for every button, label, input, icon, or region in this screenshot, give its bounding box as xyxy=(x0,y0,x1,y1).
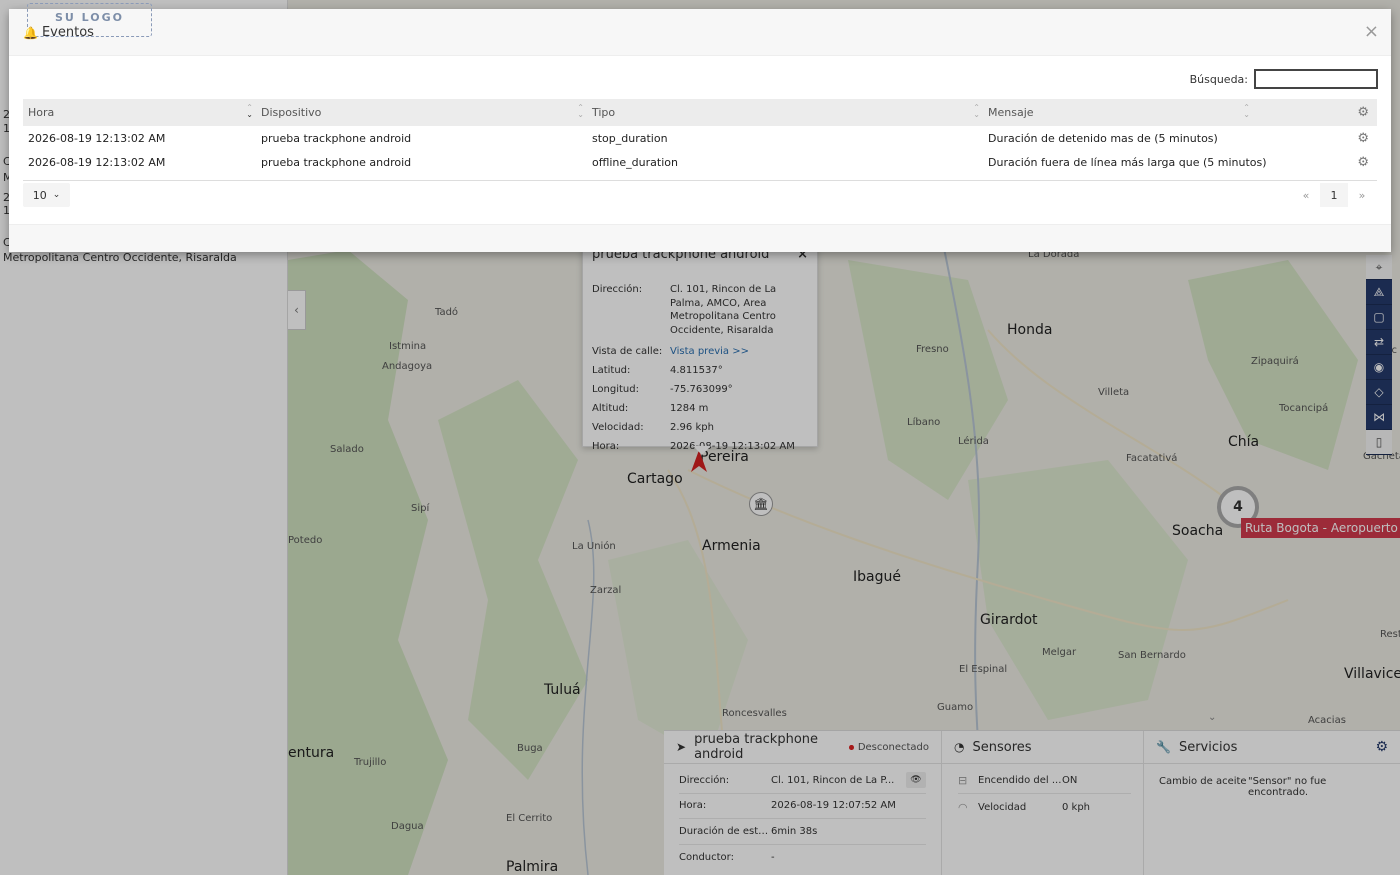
page-size-select[interactable]: 10 ⌄ xyxy=(23,183,70,207)
search-row: Búsqueda: xyxy=(1190,69,1378,89)
table-header: Hora ⌃ ⌄ Dispositivo ⌃ ⌄ Tipo ⌃ ⌄ Mensaje ⌃… xyxy=(23,99,1377,126)
column-header-mensaje[interactable]: Mensaje ⌃ ⌄ xyxy=(983,99,1253,126)
column-header-label: Tipo xyxy=(592,106,616,119)
table-row[interactable]: 2026-08-19 12:13:02 AM prueba trackphone… xyxy=(23,126,1377,151)
sort-icon[interactable]: ⌃ ⌄ xyxy=(577,104,584,119)
modal-header: SU LOGO 🔔 Eventos × xyxy=(9,3,1391,56)
events-table: Hora ⌃ ⌄ Dispositivo ⌃ ⌄ Tipo ⌃ ⌄ Mensaje ⌃… xyxy=(23,99,1377,181)
gear-icon[interactable]: ⚙ xyxy=(1357,105,1369,120)
chevron-down-icon: ⌄ xyxy=(52,190,61,200)
cell-dispositivo: prueba trackphone android xyxy=(261,156,412,170)
cell-tipo: offline_duration xyxy=(592,156,678,170)
table-divider xyxy=(23,180,1377,181)
table-row[interactable]: 2026-08-19 12:13:02 AM prueba trackphone… xyxy=(23,151,1377,176)
cell-dispositivo: prueba trackphone android xyxy=(261,131,412,145)
cell-tipo: stop_duration xyxy=(592,131,668,145)
search-label: Búsqueda: xyxy=(1189,72,1248,86)
column-header-tipo[interactable]: Tipo ⌃ ⌄ xyxy=(587,99,983,126)
modal-footer xyxy=(9,224,1391,252)
pagination-next[interactable]: » xyxy=(1348,183,1376,207)
modal-title-text: Eventos xyxy=(41,25,94,40)
cell-mensaje: Duración de detenido mas de (5 minutos) xyxy=(988,131,1218,145)
page-size-value: 10 xyxy=(32,188,47,202)
modal-title: 🔔 Eventos xyxy=(23,25,94,40)
bell-icon: 🔔 xyxy=(23,25,38,40)
column-header-label: Dispositivo xyxy=(261,106,322,119)
gear-icon[interactable]: ⚙ xyxy=(1357,131,1369,146)
column-header-dispositivo[interactable]: Dispositivo ⌃ ⌄ xyxy=(256,99,587,126)
pagination-current[interactable]: 1 xyxy=(1320,183,1348,207)
sort-icon[interactable]: ⌃ ⌄ xyxy=(246,104,253,119)
gear-icon[interactable]: ⚙ xyxy=(1357,155,1369,170)
cell-hora: 2026-08-19 12:13:02 AM xyxy=(28,156,166,170)
column-header-hora[interactable]: Hora ⌃ ⌄ xyxy=(23,99,256,126)
sort-icon[interactable]: ⌃ ⌄ xyxy=(973,104,980,119)
column-header-label: Hora xyxy=(28,106,55,119)
sort-icon[interactable]: ⌃ ⌄ xyxy=(1243,104,1250,119)
search-input[interactable] xyxy=(1254,69,1378,89)
pagination: « 1 » xyxy=(1292,183,1376,207)
column-header-label: Mensaje xyxy=(988,106,1034,119)
pagination-prev[interactable]: « xyxy=(1292,183,1320,207)
cell-mensaje: Duración fuera de línea más larga que (5… xyxy=(988,156,1267,170)
close-icon[interactable]: × xyxy=(1364,21,1379,42)
events-modal: SU LOGO 🔔 Eventos × Búsqueda: Hora ⌃ ⌄ Di… xyxy=(9,3,1391,252)
cell-hora: 2026-08-19 12:13:02 AM xyxy=(28,131,166,145)
